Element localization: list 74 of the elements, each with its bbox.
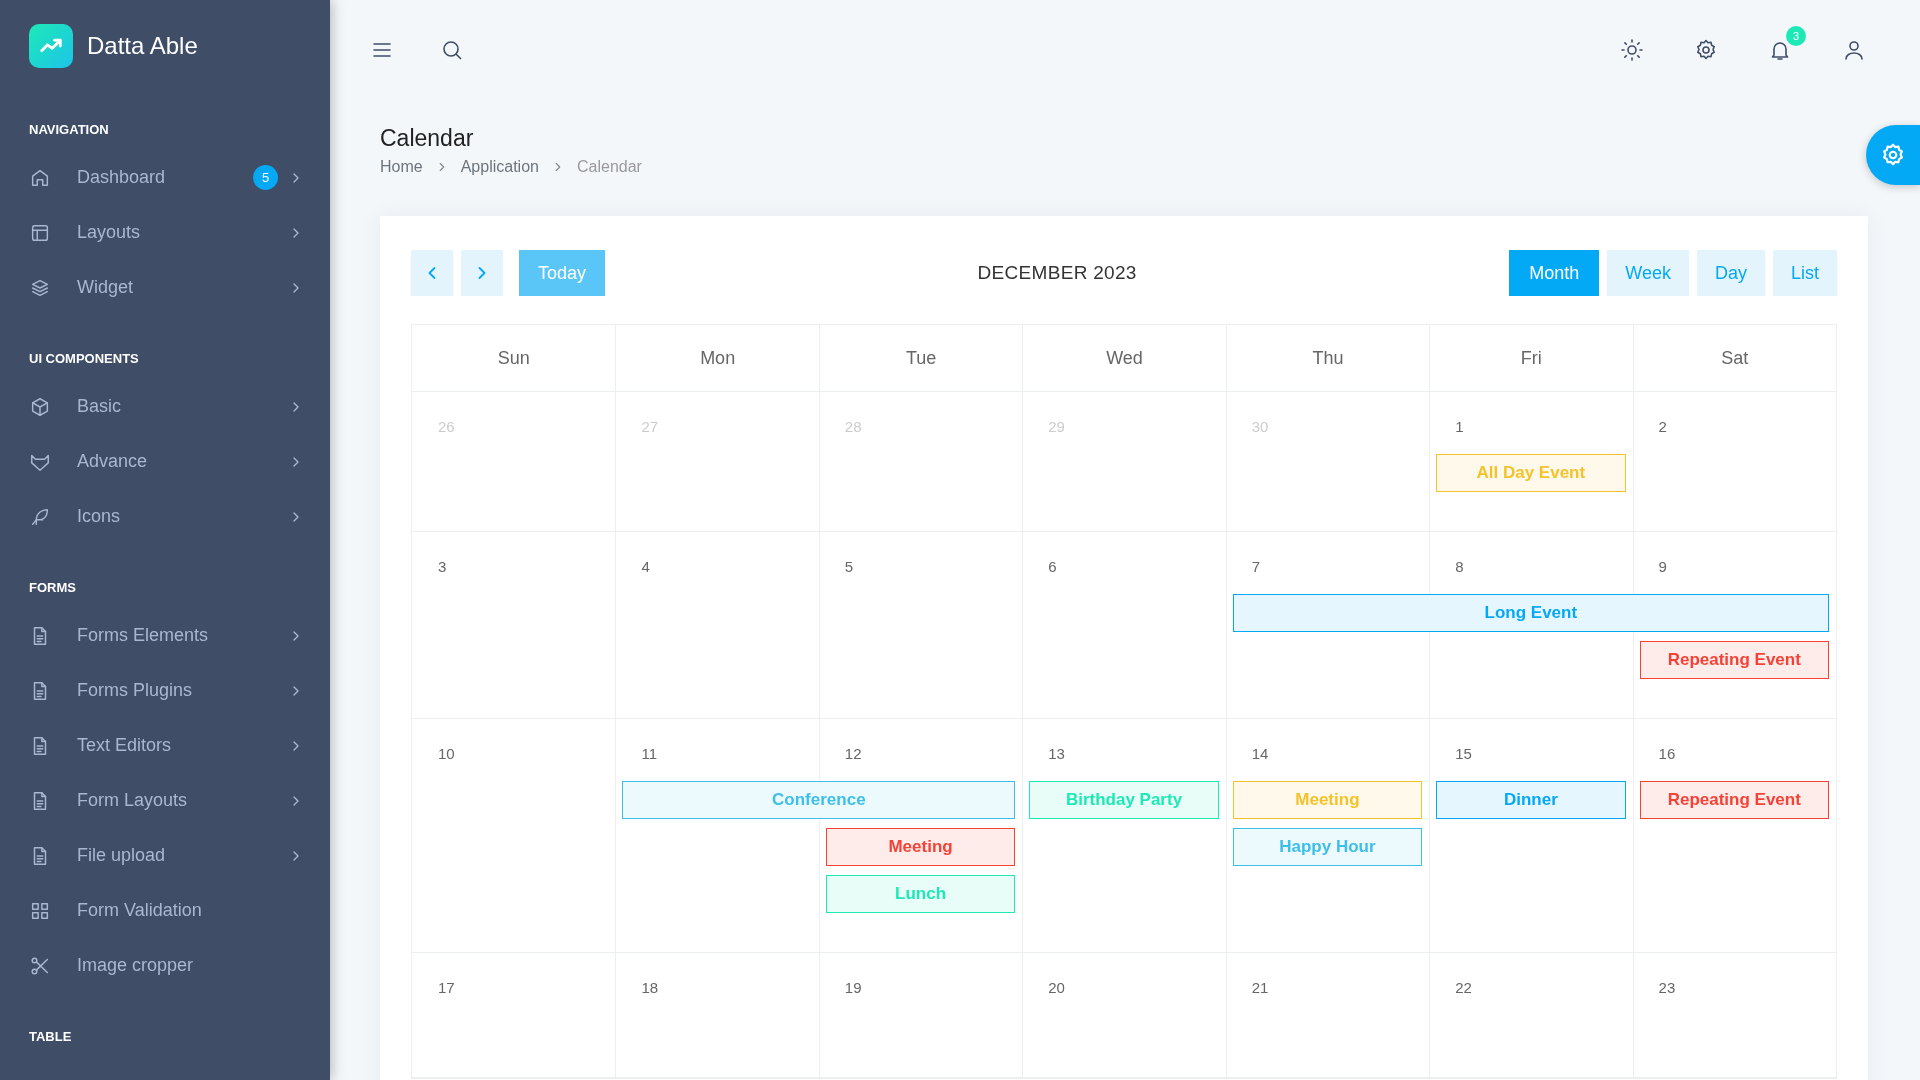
section-label: FORMS xyxy=(28,580,77,596)
breadcrumb-link[interactable]: Application xyxy=(460,158,539,176)
sun-icon xyxy=(1620,38,1644,62)
day-number: 2 xyxy=(1658,418,1667,436)
day-number: 10 xyxy=(438,745,455,763)
sidebar-item[interactable]: Advance xyxy=(0,434,330,489)
sidebar-item[interactable]: Widget xyxy=(0,260,330,315)
calendar-event[interactable]: Dinner xyxy=(1436,781,1626,819)
weekday-header: Fri xyxy=(1429,325,1633,391)
sidebar-item[interactable]: Icons xyxy=(0,489,330,544)
page-title: Calendar xyxy=(380,124,475,152)
breadcrumb-current: Calendar xyxy=(576,158,642,176)
weekday-header: Sun xyxy=(496,346,531,370)
brand-name: Datta Able xyxy=(87,32,198,60)
weekday-header: Tue xyxy=(818,325,1023,391)
breadcrumb-link[interactable]: Home xyxy=(380,158,423,176)
sidebar-item[interactable]: Form Validation xyxy=(0,883,330,938)
weekday-header: Mon xyxy=(615,325,819,391)
calendar-event[interactable]: Meeting xyxy=(825,828,1016,866)
sidebar-item[interactable]: Form Layouts xyxy=(0,773,330,828)
section-label: UI COMPONENTS xyxy=(28,351,140,367)
day-number: 3 xyxy=(438,558,447,576)
user-icon xyxy=(1842,38,1866,62)
day-number: 20 xyxy=(1048,979,1065,997)
day-number: 7 xyxy=(1251,558,1261,576)
view-tab[interactable]: Week xyxy=(1607,250,1689,296)
calendar-title: DECEMBER 2023 xyxy=(977,262,1137,284)
settings-icon xyxy=(1694,38,1718,62)
cube-icon xyxy=(29,395,51,418)
view-tab[interactable]: List xyxy=(1773,250,1837,296)
sidebar-item[interactable]: Forms Elements xyxy=(0,608,330,663)
day-number: 16 xyxy=(1658,745,1676,763)
day-number: 8 xyxy=(1455,558,1464,576)
day-number: 5 xyxy=(844,558,854,576)
count-badge: 5 xyxy=(253,165,278,190)
weekday-header: Sat xyxy=(1632,325,1836,391)
sidebar-item[interactable]: Image cropper xyxy=(0,938,330,993)
sidebar-item[interactable]: Layouts xyxy=(0,205,330,260)
sidebar-item[interactable]: Forms Plugins xyxy=(0,663,330,718)
today-button[interactable]: Today xyxy=(519,250,606,296)
notification-badge: 3 xyxy=(1786,26,1806,46)
calendar-event[interactable]: Repeating Event xyxy=(1639,781,1829,819)
search-icon xyxy=(440,38,464,62)
section-label: NAVIGATION xyxy=(28,122,110,138)
sidebar-item[interactable]: Basic xyxy=(0,379,330,434)
view-tab[interactable]: Month xyxy=(1509,250,1600,296)
weekday-header: Thu xyxy=(1225,325,1430,391)
day-number: 15 xyxy=(1455,745,1472,763)
day-number: 18 xyxy=(641,979,659,997)
sidebar-item[interactable]: Text Editors xyxy=(0,718,330,773)
day-number: 12 xyxy=(844,745,862,763)
weekday-header: Wed xyxy=(1022,325,1226,391)
calendar-event[interactable]: Happy Hour xyxy=(1232,828,1423,866)
day-number: 22 xyxy=(1455,979,1472,997)
day-number: 17 xyxy=(438,979,455,997)
day-number: 4 xyxy=(641,558,650,576)
sidebar-item[interactable]: Dashboard 5 xyxy=(0,150,330,205)
day-number: 1 xyxy=(1455,418,1464,436)
day-number: 9 xyxy=(1658,558,1667,576)
scissors-icon xyxy=(29,954,51,977)
day-number: 6 xyxy=(1048,558,1057,576)
calendar-event[interactable]: Repeating Event xyxy=(1639,641,1829,679)
day-number: 21 xyxy=(1251,979,1269,997)
day-number: 14 xyxy=(1251,745,1269,763)
sidebar-item[interactable]: File upload xyxy=(0,828,330,883)
calendar-event[interactable]: Long Event xyxy=(1232,594,1829,632)
view-tab[interactable]: Day xyxy=(1696,250,1765,296)
day-number: 19 xyxy=(844,979,862,997)
section-label: TABLE xyxy=(28,1029,73,1045)
calendar-event[interactable]: Conference xyxy=(622,781,1016,819)
day-number: 13 xyxy=(1048,745,1065,763)
settings-icon xyxy=(1880,142,1906,168)
day-number: 23 xyxy=(1658,979,1676,997)
day-number: 11 xyxy=(641,745,657,763)
